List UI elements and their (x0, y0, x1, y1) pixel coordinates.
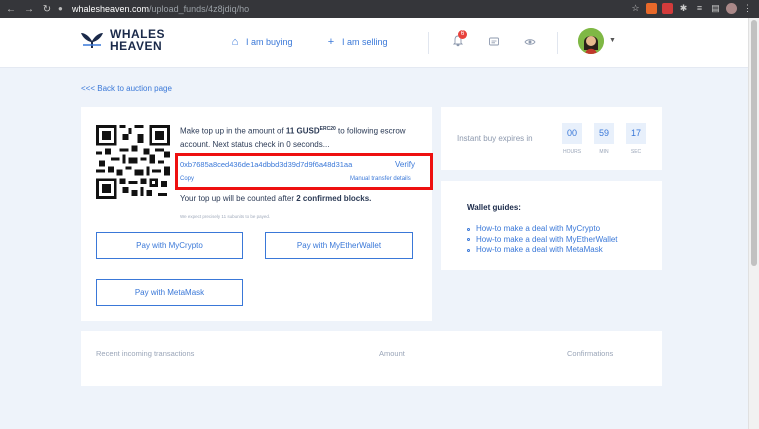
timer-hours: 00 (562, 123, 582, 144)
confirm-prefix: Your top up will be counted after (180, 194, 297, 203)
plus-icon: + (327, 36, 335, 48)
extension-red-icon[interactable] (662, 3, 673, 14)
user-avatar[interactable] (578, 28, 604, 54)
pay-with-metamask-button[interactable]: Pay with MetaMask (96, 279, 243, 306)
reload-icon[interactable]: ↻ (40, 4, 54, 15)
forward-arrow-icon[interactable]: → (22, 4, 36, 15)
url-host: whalesheaven.com (72, 4, 150, 14)
subunit-note: We expect precisely 11 subunits to be pa… (180, 214, 271, 219)
bullet-icon (467, 238, 470, 242)
confirm-count: 2 confirmed blocks. (296, 194, 372, 203)
guide-link-metamask[interactable]: How-to make a deal with MetaMask (476, 245, 603, 256)
nav-buying-label: I am buying (246, 37, 293, 47)
verify-link[interactable]: Verify (395, 160, 415, 169)
logo-text: WHALES HEAVEN (110, 28, 165, 52)
nav-selling[interactable]: + I am selling (326, 36, 388, 48)
guide-item-metamask[interactable]: How-to make a deal with MetaMask (467, 245, 618, 256)
guide-link-mycrypto[interactable]: How-to make a deal with MyCrypto (476, 224, 600, 235)
store-icon: ⌂ (231, 36, 239, 48)
bullet-icon (467, 248, 470, 252)
bullet-icon (467, 227, 470, 231)
reading-list-icon[interactable]: ≡ (694, 3, 705, 14)
whales-heaven-logo[interactable]: WHALES HEAVEN (80, 28, 165, 52)
nav-buying[interactable]: ⌂ I am buying (230, 36, 293, 48)
scrollbar-thumb[interactable] (751, 20, 757, 266)
topup-prefix: Make top up in the amount of (180, 126, 286, 136)
page-scrollbar[interactable] (748, 18, 759, 429)
escrow-address-highlight (175, 153, 433, 190)
header-divider-2 (557, 32, 558, 54)
extension-orange-icon[interactable] (646, 3, 657, 14)
guide-item-myetherwallet[interactable]: How-to make a deal with MyEtherWallet (467, 235, 618, 246)
topup-token-standard: ERC20 (319, 126, 336, 132)
puzzle-icon[interactable]: ✱ (678, 3, 689, 14)
qr-code (96, 125, 170, 199)
chevron-down-icon[interactable]: ▼ (609, 37, 616, 44)
pay-with-mycrypto-button[interactable]: Pay with MyCrypto (96, 232, 243, 259)
address-bar[interactable]: ● whalesheaven.com/upload_funds/4z8jdiq/… (58, 2, 658, 16)
lock-icon: ● (58, 4, 63, 13)
back-arrow-icon[interactable]: ← (4, 4, 18, 15)
manual-transfer-link[interactable]: Manual transfer details (350, 176, 411, 182)
header-divider (428, 32, 429, 54)
chat-icon[interactable] (488, 36, 500, 48)
pay-with-myetherwallet-button[interactable]: Pay with MyEtherWallet (265, 232, 413, 259)
timer-minutes-unit: MIN (599, 149, 609, 155)
topup-instructions: Make top up in the amount of 11 GUSDERC2… (180, 123, 420, 151)
topup-amount: 11 GUSD (285, 126, 320, 136)
browser-toolbar: ← → ↻ ● whalesheaven.com/upload_funds/4z… (0, 0, 759, 18)
timer-hours-unit: HOURS (562, 149, 582, 155)
media-icon[interactable]: ▤ (710, 3, 721, 14)
confirmation-requirement: Your top up will be counted after 2 conf… (180, 194, 371, 203)
wallet-guides-list: How-to make a deal with MyCrypto How-to … (467, 224, 618, 256)
transactions-card (81, 331, 662, 386)
profile-icon[interactable] (726, 3, 737, 14)
col-amount: Amount (379, 349, 405, 358)
col-confirmations: Confirmations (567, 349, 614, 358)
back-to-auction-link[interactable]: <<< Back to auction page (81, 84, 172, 93)
star-icon[interactable]: ☆ (630, 3, 641, 14)
browser-extensions: ☆ ✱ ≡ ▤ ⋮ (630, 3, 753, 14)
timer-seconds: 17 (626, 123, 646, 144)
escrow-address[interactable]: 0xb7685a8ced436de1a4dbbd3d39d7d9f6a48d31… (180, 160, 352, 169)
eye-icon[interactable] (524, 36, 536, 48)
guide-link-myetherwallet[interactable]: How-to make a deal with MyEtherWallet (476, 235, 618, 246)
wallet-guides-title: Wallet guides: (467, 203, 521, 212)
guide-item-mycrypto[interactable]: How-to make a deal with MyCrypto (467, 224, 618, 235)
whale-tail-icon (81, 33, 103, 48)
notification-badge: 6 (458, 30, 467, 39)
menu-icon[interactable]: ⋮ (742, 3, 753, 14)
timer-seconds-unit: SEC (630, 149, 642, 155)
col-recent-transactions: Recent incoming transactions (96, 349, 195, 358)
logo-line2: HEAVEN (110, 39, 163, 53)
timer-minutes: 59 (594, 123, 614, 144)
copy-link[interactable]: Copy (180, 176, 194, 182)
url-path: /upload_funds/4z8jdiq/ho (149, 4, 250, 14)
nav-selling-label: I am selling (342, 37, 388, 47)
timer-label: Instant buy expires in (457, 134, 533, 143)
